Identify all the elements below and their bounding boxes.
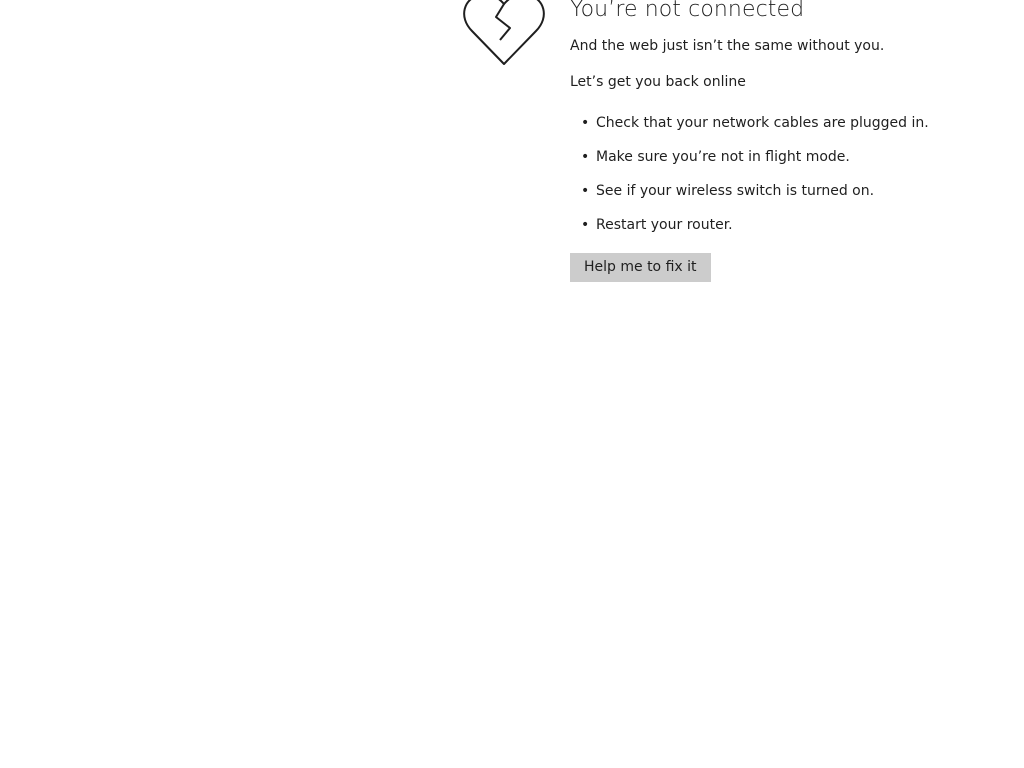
troubleshooting-list: • Check that your network cables are plug… bbox=[570, 113, 1010, 235]
error-page: You’re not connected And the web just is… bbox=[0, 0, 1024, 768]
tip-text: See if your wireless switch is turned on… bbox=[596, 183, 875, 199]
tip-text: Restart your router. bbox=[596, 217, 733, 233]
page-title: You’re not connected bbox=[570, 0, 805, 22]
subtitle-text: And the web just isn’t the same without … bbox=[570, 38, 885, 54]
list-item: • Check that your network cables are plug… bbox=[570, 113, 1010, 133]
lead-text: Let’s get you back online bbox=[570, 74, 746, 90]
bullet-icon: • bbox=[581, 183, 590, 199]
list-item: • Make sure you’re not in flight mode. bbox=[570, 147, 1010, 167]
bullet-icon: • bbox=[581, 217, 590, 233]
list-item: • Restart your router. bbox=[570, 215, 1010, 235]
bullet-icon: • bbox=[581, 115, 590, 131]
list-item: • See if your wireless switch is turned o… bbox=[570, 181, 1010, 201]
bullet-icon: • bbox=[581, 149, 590, 165]
tip-text: Check that your network cables are plugg… bbox=[596, 115, 929, 131]
error-content: You’re not connected And the web just is… bbox=[570, 0, 1010, 282]
tip-text: Make sure you’re not in flight mode. bbox=[596, 149, 850, 165]
help-fix-button[interactable]: Help me to fix it bbox=[570, 253, 711, 282]
broken-heart-icon bbox=[462, 0, 546, 66]
